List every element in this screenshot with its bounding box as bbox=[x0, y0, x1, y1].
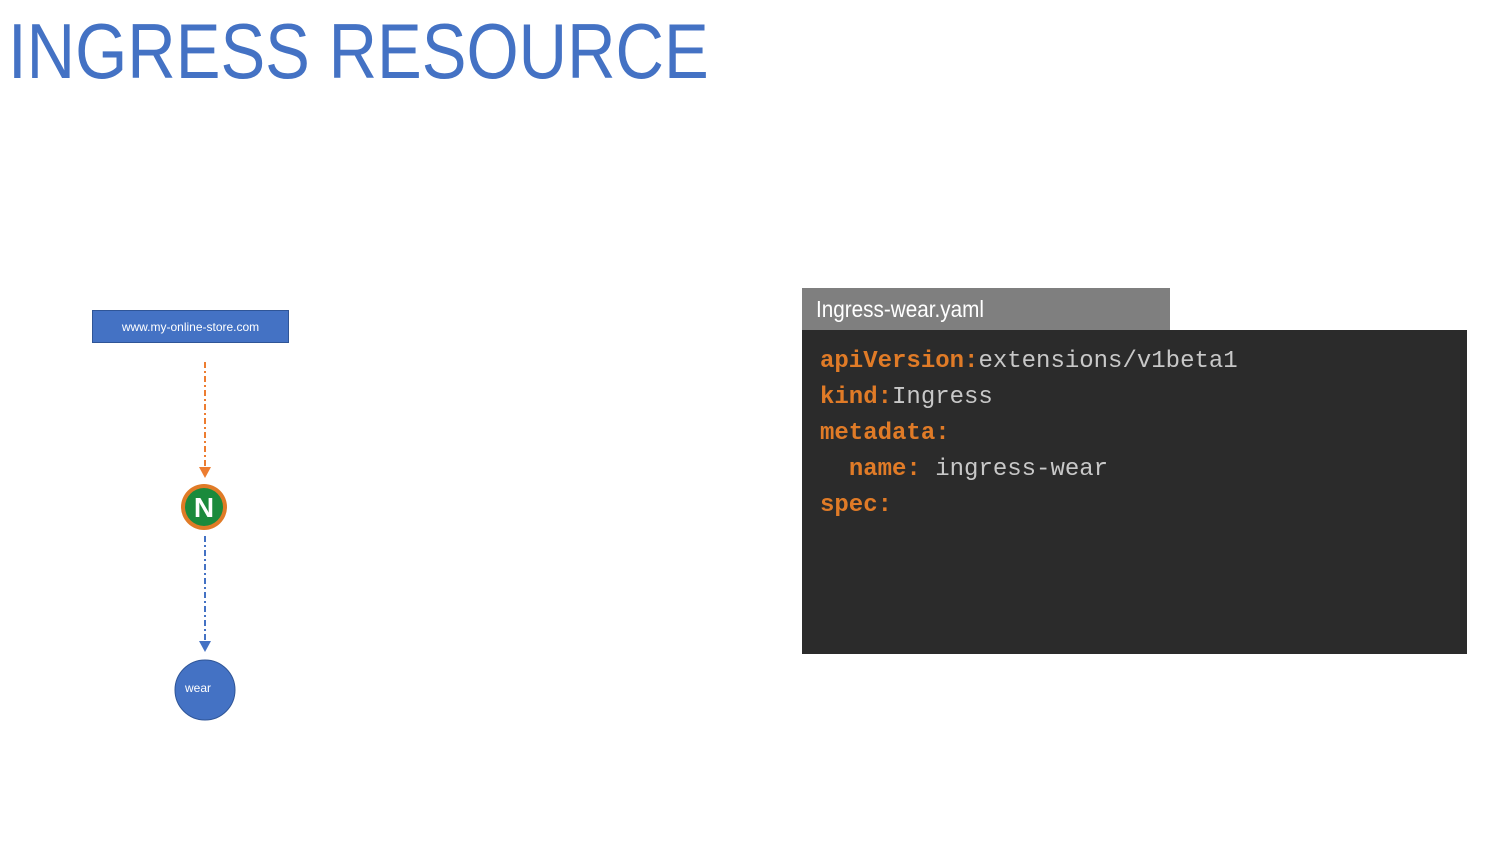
nginx-controller-ring bbox=[181, 484, 227, 530]
yaml-value: ingress-wear bbox=[920, 456, 1109, 483]
host-url-box: www.my-online-store.com bbox=[92, 310, 289, 343]
nginx-controller-letter: N bbox=[194, 492, 214, 523]
yaml-key: kind: bbox=[820, 384, 893, 411]
yaml-line: metadata: bbox=[820, 416, 1467, 452]
yaml-code-panel: apiVersion:extensions/v1beta1 kind:Ingre… bbox=[802, 330, 1467, 654]
host-to-controller-arrowhead bbox=[199, 467, 211, 478]
wear-service-label: wear bbox=[184, 681, 211, 695]
nginx-controller-icon bbox=[185, 488, 223, 526]
yaml-line: spec: bbox=[820, 488, 1467, 524]
yaml-line: apiVersion:extensions/v1beta1 bbox=[820, 344, 1467, 380]
yaml-line: kind:Ingress bbox=[820, 380, 1467, 416]
yaml-file-tab: Ingress-wear.yaml bbox=[802, 288, 1170, 330]
yaml-key: metadata: bbox=[820, 420, 950, 447]
yaml-value: extensions/v1beta1 bbox=[978, 348, 1238, 375]
yaml-filename: Ingress-wear.yaml bbox=[816, 295, 984, 322]
yaml-key: name: bbox=[848, 456, 921, 483]
slide-title: INGRESS RESOURCE bbox=[8, 7, 709, 95]
controller-to-service-arrowhead bbox=[199, 641, 211, 652]
yaml-line: name: ingress-wear bbox=[820, 452, 1467, 488]
yaml-key: apiVersion: bbox=[820, 348, 979, 375]
yaml-value: Ingress bbox=[892, 384, 993, 411]
yaml-key: spec: bbox=[820, 492, 893, 519]
host-url-label: www.my-online-store.com bbox=[121, 319, 260, 334]
